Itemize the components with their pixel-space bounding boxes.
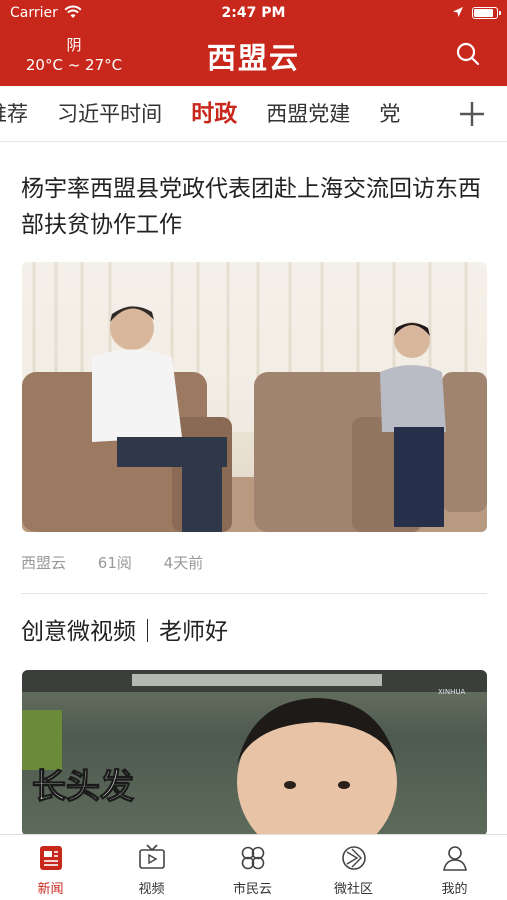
battery-level [474,9,493,17]
search-icon[interactable] [455,41,481,67]
article-divider [21,593,487,594]
nav-citizen-cloud[interactable]: 市民云 [202,835,303,900]
bottom-nav: 新闻 视频 市民云 微社区 我的 [0,834,507,900]
app-title: 西盟云 [206,41,300,75]
tab-recommend[interactable]: 推荐 [0,86,28,142]
nav-community-label: 微社区 [333,882,373,897]
app-header: Carrier 2:47 PM 阴 20°C ~ 27°C 西盟云 [0,0,507,86]
article-title[interactable]: 创意微视频｜老师好 [21,614,491,650]
nav-community[interactable]: 微社区 [303,835,404,900]
nav-news-label: 新闻 [37,882,64,897]
user-icon [443,846,467,871]
article-photo[interactable] [22,262,487,532]
video-frame-illustration: 长头发 XINHUA [22,670,487,836]
community-icon [342,846,366,870]
video-caption: 长头发 [32,767,134,807]
clock-time: 2:47 PM [221,5,286,21]
tab-xi-time[interactable]: 习近平时间 [57,86,162,142]
nav-news[interactable]: 新闻 [0,835,101,900]
video-thumbnail[interactable]: 长头发 XINHUA [22,670,487,836]
channel-tabs-track: 推荐 习近平时间 时政 西盟党建 党 [0,86,441,142]
article-meta: 西盟云 61阅 4天前 [21,552,230,573]
tab-politics[interactable]: 时政 [191,86,237,142]
nav-video-label: 视频 [138,882,165,897]
article-title[interactable]: 杨宇率西盟县党政代表团赴上海交流回访东西部扶贫协作工作 [21,171,491,243]
tabs-divider [0,141,507,142]
nav-profile[interactable]: 我的 [404,835,505,900]
article-source: 西盟云 [21,554,67,572]
xinhua-logo: XINHUA [438,688,465,696]
meeting-photo-illustration [22,262,487,532]
location-arrow-icon [453,7,463,17]
article-read-count: 61阅 [97,554,132,572]
nav-profile-label: 我的 [441,882,468,897]
status-bar: Carrier 2:47 PM [0,0,507,26]
tab-ximeng-party[interactable]: 西盟党建 [266,86,350,142]
plus-icon[interactable] [452,94,492,134]
article-time: 4天前 [163,554,204,572]
nav-citizen-cloud-label: 市民云 [232,882,272,897]
nav-video[interactable]: 视频 [101,835,202,900]
clover-icon [241,846,265,870]
channel-tabs: 推荐 习近平时间 时政 西盟党建 党 [0,86,507,142]
tab-partial[interactable]: 党 [379,86,400,142]
news-icon [40,846,62,870]
tabs-fade [412,86,452,142]
battery-icon [472,7,501,19]
tv-icon [139,844,165,869]
